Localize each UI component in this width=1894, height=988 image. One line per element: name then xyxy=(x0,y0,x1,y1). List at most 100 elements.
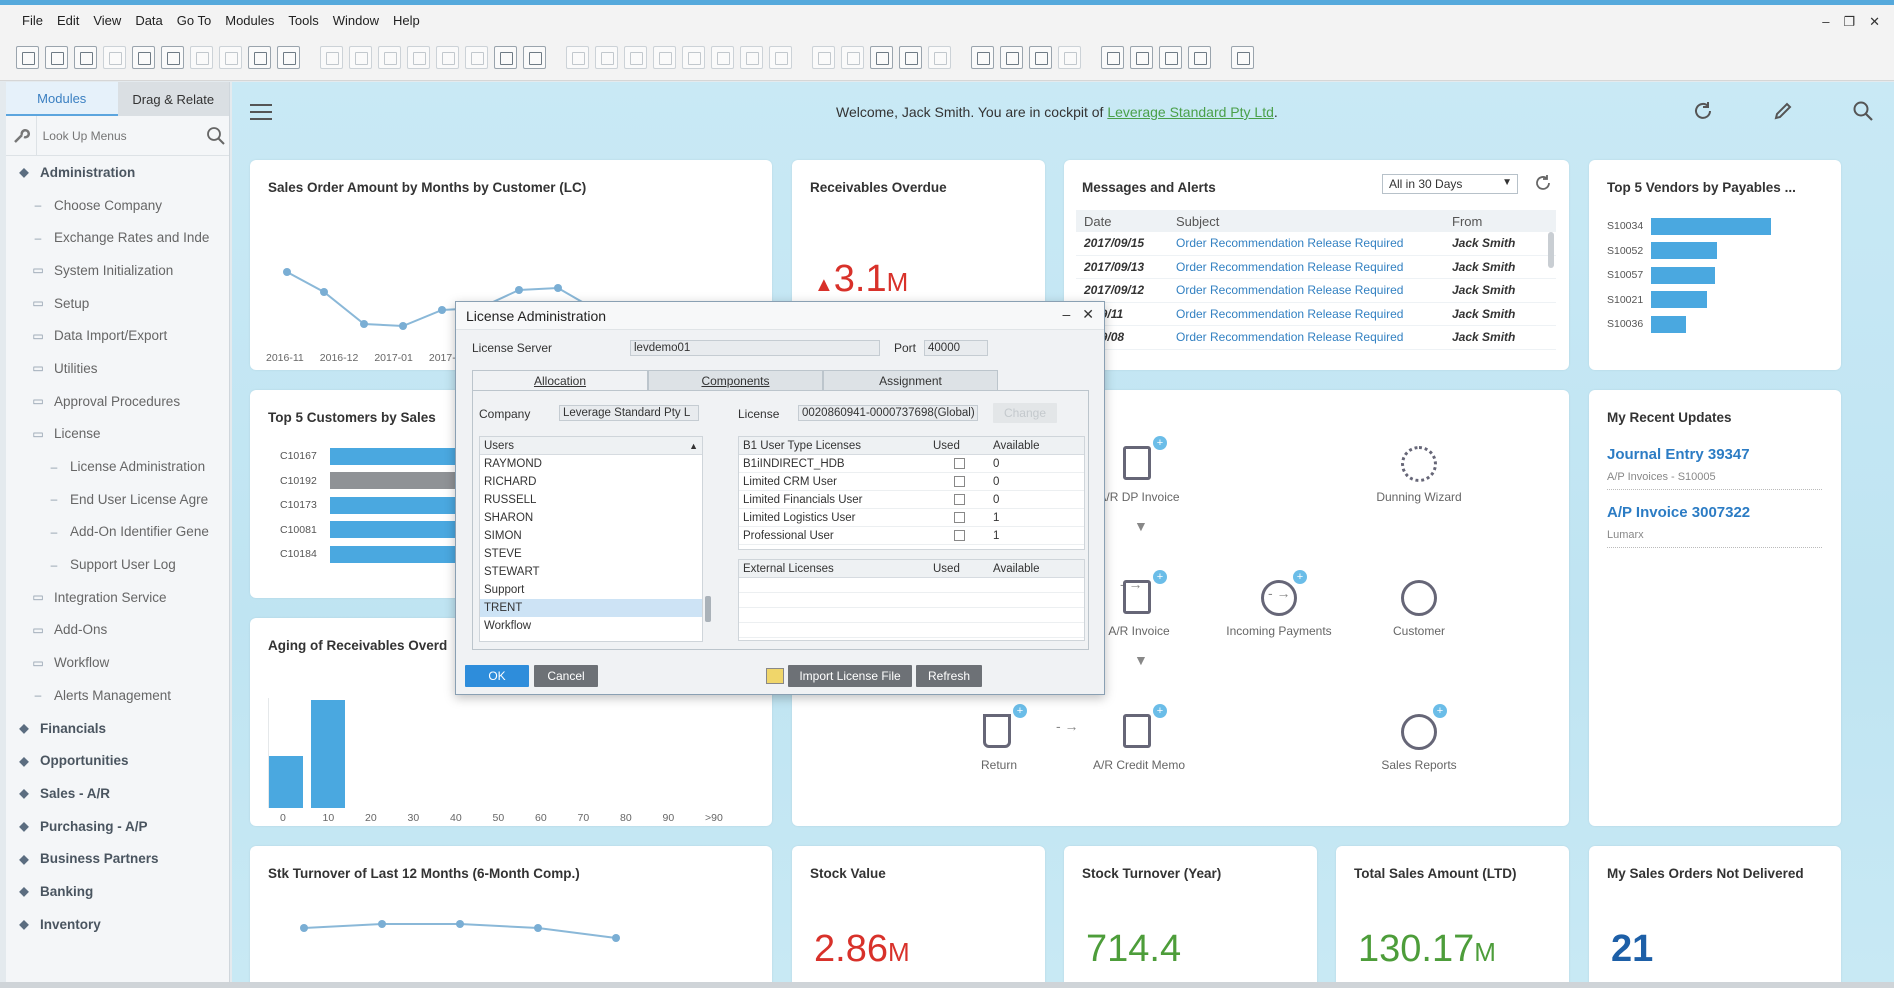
user-row[interactable]: Support xyxy=(480,581,702,599)
used-checkbox[interactable] xyxy=(953,530,965,541)
add-icon[interactable]: + xyxy=(1153,570,1167,584)
toolbar-button-icon[interactable] xyxy=(899,46,922,69)
menu-help[interactable]: Help xyxy=(393,13,420,28)
email-icon[interactable] xyxy=(103,46,126,69)
nav-item-business-partners[interactable]: ◆ Business Partners xyxy=(6,842,229,875)
nav-item-inventory[interactable]: ◆ Inventory xyxy=(6,908,229,941)
toolbar-button-icon[interactable] xyxy=(1231,46,1254,69)
cell-subject[interactable]: Order Recommendation Release Required xyxy=(1176,283,1452,297)
menu-tools[interactable]: Tools xyxy=(288,13,318,28)
toolbar-button-icon[interactable] xyxy=(928,46,951,69)
close-window-icon[interactable] xyxy=(161,46,184,69)
vendor-bar-row[interactable]: S10057 xyxy=(1607,263,1771,288)
nav-item-utilities[interactable]: ▭ Utilities xyxy=(6,352,229,385)
vendor-bar-row[interactable]: S10021 xyxy=(1607,288,1771,313)
toolbar-button-icon[interactable] xyxy=(320,46,343,69)
cell-subject[interactable]: Order Recommendation Release Required xyxy=(1176,236,1452,250)
nav-item-exchange-rates-and-inde[interactable]: – Exchange Rates and Inde xyxy=(6,221,229,254)
redo-icon[interactable] xyxy=(219,46,242,69)
user-row[interactable]: TRENT xyxy=(480,599,702,617)
sales-reports-node[interactable]: + Sales Reports xyxy=(1364,704,1474,772)
toolbar-button-icon[interactable] xyxy=(682,46,705,69)
nav-item-setup[interactable]: ▭ Setup xyxy=(6,287,229,320)
nav-item-alerts-management[interactable]: – Alerts Management xyxy=(6,679,229,712)
menu-data[interactable]: Data xyxy=(135,13,162,28)
customer-node[interactable]: Customer xyxy=(1364,576,1474,638)
company-field[interactable]: Leverage Standard Pty L xyxy=(559,405,699,421)
toolbar-button-icon[interactable] xyxy=(1130,46,1153,69)
layout-icon[interactable] xyxy=(277,46,300,69)
wrench-icon[interactable] xyxy=(6,115,37,156)
used-checkbox[interactable] xyxy=(953,512,965,523)
total-sales-card[interactable]: Total Sales Amount (LTD) 130.17M xyxy=(1336,846,1569,982)
table-row[interactable]: 7/09/08Order Recommendation Release Requ… xyxy=(1076,326,1556,350)
user-row[interactable]: STEWART xyxy=(480,563,702,581)
used-checkbox[interactable] xyxy=(953,476,965,487)
toolbar-button-icon[interactable] xyxy=(494,46,517,69)
nav-item-sales-a-r[interactable]: ◆ Sales - A/R xyxy=(6,777,229,810)
toolbar-button-icon[interactable] xyxy=(1000,46,1023,69)
search-icon[interactable] xyxy=(1852,100,1874,128)
toolbar-button-icon[interactable] xyxy=(595,46,618,69)
toolbar-button-icon[interactable] xyxy=(841,46,864,69)
new-document-icon[interactable] xyxy=(16,46,39,69)
user-row[interactable]: SIMON xyxy=(480,527,702,545)
used-checkbox[interactable] xyxy=(953,494,965,505)
user-row[interactable]: STEVE xyxy=(480,545,702,563)
add-icon[interactable]: + xyxy=(1433,704,1447,718)
menu-modules[interactable]: Modules xyxy=(225,13,274,28)
nav-item-system-initialization[interactable]: ▭ System Initialization xyxy=(6,254,229,287)
close-icon[interactable]: ✕ xyxy=(1082,306,1094,323)
menu-view[interactable]: View xyxy=(93,13,121,28)
stock-value-card[interactable]: Stock Value 2.86M xyxy=(792,846,1045,982)
stk-turnover-card[interactable]: Stk Turnover of Last 12 Months (6-Month … xyxy=(250,846,772,982)
search-icon[interactable] xyxy=(204,126,229,146)
toolbar-button-icon[interactable] xyxy=(465,46,488,69)
table-row[interactable]: 2017/09/15 Order Recommendation Release R… xyxy=(1076,232,1556,256)
users-list[interactable]: Users ▲ RAYMOND RICHARD RUSSELL SHARON SIMON S… xyxy=(479,436,703,642)
hamburger-menu-icon[interactable] xyxy=(250,104,272,125)
cell-subject[interactable]: Order Recommendation Release Required xyxy=(1176,330,1452,344)
nav-item-workflow[interactable]: ▭ Workflow xyxy=(6,646,229,679)
move-icon[interactable] xyxy=(248,46,271,69)
menu-edit[interactable]: Edit xyxy=(57,13,79,28)
export-icon[interactable] xyxy=(132,46,155,69)
lookup-menus-input[interactable] xyxy=(42,120,198,151)
vendor-bar-row[interactable]: S10036 xyxy=(1607,312,1771,337)
undo-icon[interactable] xyxy=(190,46,213,69)
vendor-bar-row[interactable]: S10052 xyxy=(1607,239,1771,264)
user-row[interactable]: RICHARD xyxy=(480,473,702,491)
ok-button[interactable]: OK xyxy=(465,665,529,687)
toolbar-button-icon[interactable] xyxy=(566,46,589,69)
user-row[interactable]: RUSSELL xyxy=(480,491,702,509)
refresh-icon[interactable] xyxy=(1692,100,1714,128)
table-row[interactable]: 2017/09/12 Order Recommendation Release R… xyxy=(1076,279,1556,303)
tab-modules[interactable]: Modules xyxy=(6,82,118,116)
nav-item-data-import-export[interactable]: ▭ Data Import/Export xyxy=(6,319,229,352)
ar-credit-memo-node[interactable]: + A/R Credit Memo xyxy=(1084,704,1194,772)
nav-item-add-on-identifier-gene[interactable]: – Add-On Identifier Gene xyxy=(6,516,229,549)
toolbar-button-icon[interactable] xyxy=(1159,46,1182,69)
close-icon[interactable]: ✕ xyxy=(1869,14,1880,30)
toolbar-button-icon[interactable] xyxy=(407,46,430,69)
table-row[interactable]: 2017/09/13 Order Recommendation Release R… xyxy=(1076,256,1556,279)
toolbar-button-icon[interactable] xyxy=(870,46,893,69)
toolbar-button-icon[interactable] xyxy=(349,46,372,69)
refresh-button[interactable]: Refresh xyxy=(916,665,982,687)
license-field[interactable]: 0020860941-0000737698(Global) xyxy=(798,405,978,421)
recent-item-title[interactable]: Journal Entry 39347 xyxy=(1607,446,1822,463)
toolbar-button-icon[interactable] xyxy=(1029,46,1052,69)
add-icon[interactable]: + xyxy=(1013,704,1027,718)
toolbar-button-icon[interactable] xyxy=(812,46,835,69)
print-icon[interactable] xyxy=(45,46,68,69)
toolbar-button-icon[interactable] xyxy=(769,46,792,69)
toolbar-button-icon[interactable] xyxy=(378,46,401,69)
port-field[interactable]: 40000 xyxy=(924,340,989,356)
add-icon[interactable]: + xyxy=(1153,704,1167,718)
import-license-file-button[interactable]: Import License File xyxy=(788,665,912,687)
tab-components[interactable]: Components xyxy=(648,370,823,390)
edit-pencil-icon[interactable] xyxy=(1772,100,1794,128)
user-row[interactable]: RAYMOND xyxy=(480,455,702,473)
refresh-icon[interactable] xyxy=(1534,174,1552,195)
messages-scrollbar[interactable] xyxy=(1548,232,1554,268)
